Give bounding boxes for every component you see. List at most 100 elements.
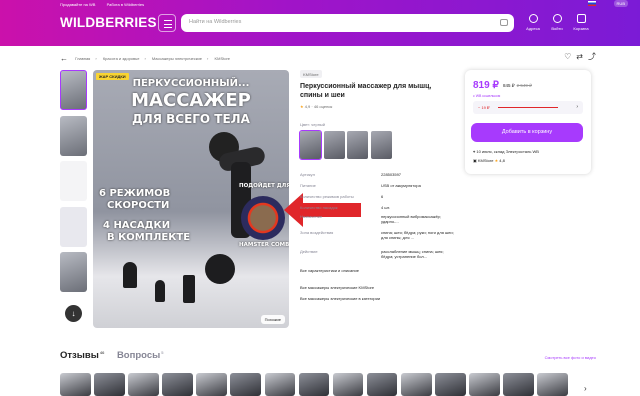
old-price-value: 845 ₽ <box>503 83 515 88</box>
tab-reviews[interactable]: Отзывы <box>60 350 99 361</box>
reviews-tabs: Отзывы46 Вопросы5 <box>60 350 163 361</box>
review-photo[interactable] <box>230 373 262 396</box>
user-icon <box>552 14 562 23</box>
search-input[interactable]: Найти на Wildberries <box>181 14 514 32</box>
brand-logo[interactable]: WILDBERRIES <box>60 15 157 30</box>
cart-icon <box>576 14 586 23</box>
review-photo[interactable] <box>162 373 193 396</box>
view-all-media-link[interactable]: Смотреть все фото и видео <box>545 355 596 360</box>
add-to-cart-button[interactable]: Добавить в корзину <box>471 123 583 142</box>
top-links: Продавайте на WB Работа в Wildberries <box>60 2 630 8</box>
thumbnail[interactable] <box>60 206 87 247</box>
thumbnail-list: ↓ <box>60 70 87 322</box>
menu-button[interactable] <box>158 14 176 32</box>
currency-switch[interactable]: RUB <box>613 0 628 7</box>
review-photo[interactable] <box>435 373 466 396</box>
nav-label: Корзина <box>573 26 589 31</box>
breadcrumb-item[interactable]: Главная <box>75 56 90 61</box>
review-photo[interactable] <box>298 373 330 396</box>
back-arrow-icon[interactable]: ← <box>60 54 68 63</box>
spec-value[interactable]: 228503597 <box>381 172 456 177</box>
thumbnail[interactable] <box>60 70 87 110</box>
thumbnail[interactable] <box>60 252 87 293</box>
review-photo[interactable] <box>196 373 227 396</box>
review-photo[interactable] <box>366 373 398 396</box>
spec-key: Питание <box>300 183 316 188</box>
rating-value: 4,9 <box>304 104 311 109</box>
shop-badge[interactable]: KMStore <box>300 70 322 78</box>
nav-label: Адреса <box>526 26 540 31</box>
all-specs-link[interactable]: Все характеристики и описание <box>300 268 359 273</box>
price: 819 ₽ <box>473 80 499 91</box>
wallet-note[interactable]: с WB кошельком <box>473 94 500 98</box>
category-more-link[interactable]: Все массажеры электрические в категории <box>300 296 380 301</box>
jobs-link[interactable]: Работа в Wildberries <box>107 2 145 7</box>
spec-key: Действие <box>300 249 318 254</box>
scroll-down-icon[interactable]: ↓ <box>65 305 82 322</box>
image-title-1: ПЕРКУССИОННЫЙ... <box>132 78 250 89</box>
review-photo[interactable] <box>94 373 125 396</box>
feature-modes-2: СКОРОСТИ <box>107 200 170 211</box>
fits-game: HAMSTER COMBAT <box>239 242 289 248</box>
product-main-image[interactable]: ЖАР СКИДКИ ПЕРКУССИОННЫЙ... МАССАЖЕР ДЛЯ… <box>93 70 289 328</box>
breadcrumb-item[interactable]: KMStore <box>214 56 230 61</box>
delivery-info: ⌖ 10 июля, склад Электросталь WB <box>473 149 539 154</box>
seller-link[interactable]: Продавайте на WB <box>60 2 95 7</box>
review-photo[interactable] <box>400 373 432 396</box>
tab-questions[interactable]: Вопросы <box>117 350 160 361</box>
image-title-3: ДЛЯ ВСЕГО ТЕЛА <box>132 112 250 126</box>
nozzle-flat <box>183 275 195 303</box>
star-icon: ★ <box>494 158 499 163</box>
insurance-row[interactable]: − 19 ₽ › <box>473 101 583 114</box>
spec-value: USB от аккумулятора <box>381 183 421 188</box>
spec-value: спина; шея; бёдра; руки; ноги для шеи; д… <box>381 230 454 241</box>
color-swatch[interactable] <box>370 131 392 159</box>
spec-key: Артикул <box>300 172 315 177</box>
location-icon <box>528 14 538 23</box>
next-arrow-icon[interactable]: › <box>584 384 587 393</box>
review-photo[interactable] <box>128 373 159 396</box>
review-photo[interactable] <box>264 373 296 396</box>
fits-label: ПОДОЙДЕТ ДЛЯ <box>239 183 289 189</box>
camera-icon[interactable] <box>500 19 508 26</box>
color-swatch[interactable] <box>323 131 345 159</box>
review-photo[interactable] <box>469 373 500 396</box>
spec-key: Зона воздействия <box>300 230 334 235</box>
breadcrumb-item[interactable]: Красота и здоровье <box>103 56 140 61</box>
review-photo[interactable] <box>503 373 534 396</box>
seller-info[interactable]: ▣ KMStore ★ 4,8 <box>473 158 505 163</box>
similar-button[interactable]: Похожие <box>260 315 285 324</box>
thumbnail[interactable] <box>60 161 87 202</box>
compare-icon[interactable]: ⇄ <box>576 52 583 61</box>
product-title: Перкуссионный массажер для мышц, спины и… <box>300 83 432 99</box>
share-icon[interactable]: ⤴ <box>588 51 596 62</box>
spec-key: Назначение <box>300 214 323 219</box>
store-more-link[interactable]: Все массажеры электрические KMStore <box>300 285 374 290</box>
nav-cart[interactable]: Корзина <box>568 14 594 31</box>
spec-key: Количество режимов работы <box>300 194 354 199</box>
star-icon: ★ <box>300 104 304 109</box>
nav-login[interactable]: Войти <box>544 14 570 31</box>
review-photo[interactable] <box>332 373 364 396</box>
spec-key: Количество насадок <box>300 205 338 210</box>
nav-addresses[interactable]: Адреса <box>520 14 546 31</box>
thumbnail[interactable] <box>60 115 87 156</box>
review-photos <box>60 373 580 396</box>
review-photo[interactable] <box>537 373 568 396</box>
chevron-right-icon: › <box>576 104 578 110</box>
color-swatch[interactable] <box>347 131 368 159</box>
nozzle-ball <box>205 254 235 284</box>
feature-nozzles-1: 4 НАСАДКИ <box>103 220 171 231</box>
review-photo[interactable] <box>60 373 91 396</box>
delivery-text: 10 июля, склад Электросталь WB <box>476 149 539 154</box>
spec-value: расслабление мышц; спина; шея; бёдра; ус… <box>381 249 444 260</box>
rating-row[interactable]: ★ 4,9 · 46 оценок <box>300 104 455 109</box>
questions-count-badge: 5 <box>161 350 164 355</box>
region-flag-icon[interactable] <box>588 1 596 6</box>
favorite-icon[interactable]: ♡ <box>564 52 571 61</box>
color-options <box>299 130 455 160</box>
nav-label: Войти <box>551 26 563 31</box>
color-swatch[interactable] <box>299 130 322 160</box>
breadcrumb-item[interactable]: Массажеры электрические <box>152 56 202 61</box>
buy-card: 819 ₽ 845 ₽2 549 ₽ с WB кошельком − 19 ₽… <box>465 70 591 174</box>
